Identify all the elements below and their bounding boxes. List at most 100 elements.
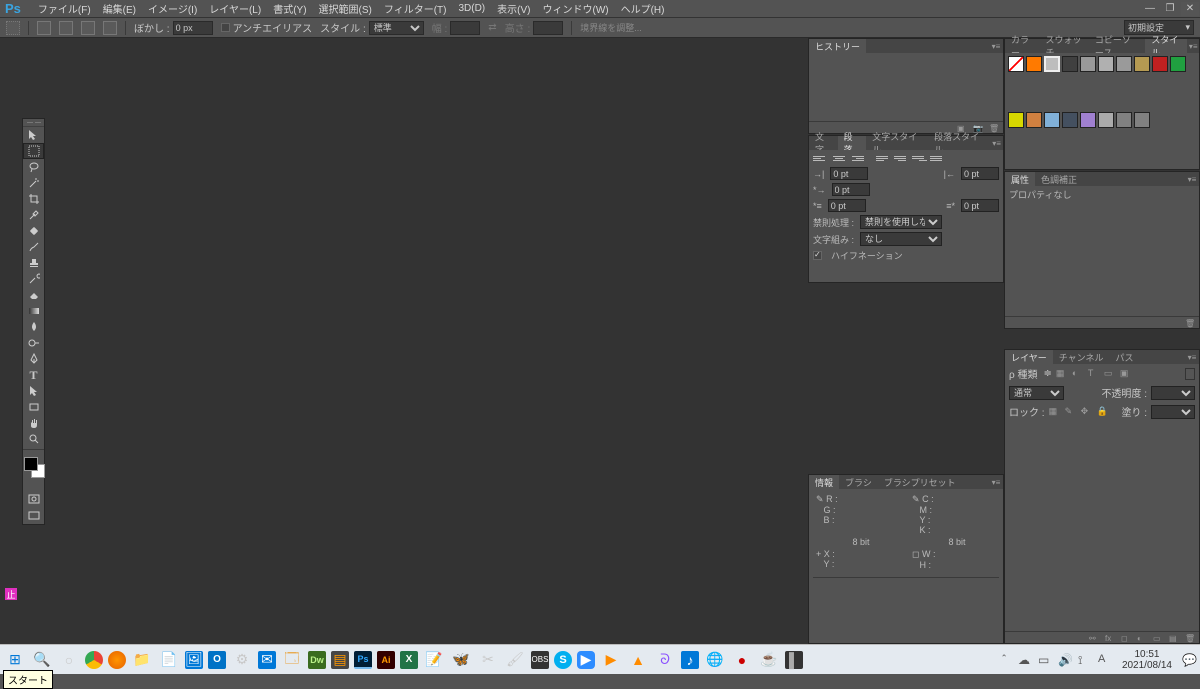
style-select[interactable]: 標準 xyxy=(369,21,424,35)
indent-right-input[interactable] xyxy=(961,167,999,180)
skype-icon[interactable]: S xyxy=(554,651,572,669)
channels-tab[interactable]: チャンネル xyxy=(1053,350,1110,364)
paint-icon[interactable]: 🖌 xyxy=(504,649,526,671)
marquee-tool[interactable] xyxy=(23,143,44,159)
screenmode-button[interactable] xyxy=(23,507,44,524)
style-swatch[interactable] xyxy=(1044,112,1060,128)
menu-layer[interactable]: レイヤー(L) xyxy=(203,0,267,18)
selection-add-icon[interactable] xyxy=(59,21,73,35)
justify-all-icon[interactable] xyxy=(930,152,945,164)
stamp-tool[interactable] xyxy=(23,255,44,271)
type-tool[interactable]: T xyxy=(23,367,44,383)
mojikumi-select[interactable]: なし xyxy=(860,232,942,246)
flame-icon[interactable]: ᘐ xyxy=(654,649,676,671)
record-icon[interactable]: ● xyxy=(731,649,753,671)
search-button[interactable]: 🔍 xyxy=(31,649,53,671)
properties-panel-menu[interactable]: ▾≡ xyxy=(1185,172,1199,186)
properties-tab[interactable]: 属性 xyxy=(1005,172,1035,186)
indent-first-input[interactable] xyxy=(832,183,870,196)
selection-intersect-icon[interactable] xyxy=(103,21,117,35)
explorer-icon[interactable]: 📁 xyxy=(131,649,153,671)
paragraph-panel-menu[interactable]: ▾≡ xyxy=(990,136,1003,150)
history-tab[interactable]: ヒストリー xyxy=(809,39,866,53)
gradient-tool[interactable] xyxy=(23,303,44,319)
taskmgr-icon[interactable]: 🗔 xyxy=(281,649,303,671)
info-tab[interactable]: 情報 xyxy=(809,475,839,489)
info-panel-menu[interactable]: ▾≡ xyxy=(989,475,1003,489)
swatches-tab[interactable]: スウォッチ xyxy=(1039,39,1088,53)
adjustments-tab[interactable]: 色調補正 xyxy=(1035,172,1083,186)
selection-new-icon[interactable] xyxy=(37,21,51,35)
menu-window[interactable]: ウィンドウ(W) xyxy=(536,0,614,18)
blend-mode-select[interactable]: 通常 xyxy=(1009,386,1064,400)
style-swatch[interactable] xyxy=(1044,56,1060,72)
zoom-tool[interactable] xyxy=(23,431,44,447)
tray-notification-icon[interactable]: 💬 xyxy=(1182,653,1196,667)
character-tab[interactable]: 文字 xyxy=(809,136,838,150)
charstyle-tab[interactable]: 文字スタイル xyxy=(866,136,928,150)
hand-tool[interactable] xyxy=(23,415,44,431)
paragraph-tab[interactable]: 段落 xyxy=(838,136,867,150)
styles-tab[interactable]: スタイル xyxy=(1145,39,1187,53)
menu-view[interactable]: 表示(V) xyxy=(491,0,536,18)
style-swatch[interactable] xyxy=(1062,112,1078,128)
style-swatch[interactable] xyxy=(1098,112,1114,128)
hyphenation-checkbox[interactable] xyxy=(813,251,822,260)
photoshop-icon[interactable]: Ps xyxy=(354,651,372,669)
chrome-icon[interactable] xyxy=(85,651,103,669)
filter-type-icon[interactable]: T xyxy=(1088,368,1100,380)
terminal-icon[interactable]: ▌ xyxy=(785,651,803,669)
move-tool[interactable] xyxy=(23,127,44,143)
justify-center-icon[interactable] xyxy=(894,152,909,164)
system-clock[interactable]: 10:512021/08/14 xyxy=(1118,649,1176,671)
tray-ime-icon[interactable]: A xyxy=(1098,653,1112,667)
justify-right-icon[interactable] xyxy=(912,152,927,164)
toolbox-grip[interactable] xyxy=(23,119,44,127)
color-swatches[interactable] xyxy=(23,456,44,490)
menu-help[interactable]: ヘルプ(H) xyxy=(615,0,671,18)
style-swatch[interactable] xyxy=(1116,112,1132,128)
filter-toggle[interactable] xyxy=(1185,368,1195,380)
vlc-icon[interactable]: ▲ xyxy=(627,649,649,671)
filter-adjust-icon[interactable]: ◐ xyxy=(1072,368,1084,380)
color-tab[interactable]: カラー xyxy=(1005,39,1039,53)
quickmask-toggle[interactable] xyxy=(23,490,44,507)
properties-delete-icon[interactable]: 🗑 xyxy=(1185,319,1195,327)
path-select-tool[interactable] xyxy=(23,383,44,399)
filter-shape-icon[interactable]: ▭ xyxy=(1104,368,1116,380)
history-panel-menu[interactable]: ▾≡ xyxy=(989,39,1003,53)
lock-pixels-icon[interactable]: ✎ xyxy=(1065,406,1077,418)
sublime-icon[interactable]: ▤ xyxy=(331,651,349,669)
style-swatch[interactable] xyxy=(1008,56,1024,72)
blur-tool[interactable] xyxy=(23,319,44,335)
tray-cloud-icon[interactable]: ☁ xyxy=(1018,653,1032,667)
layer-link-icon[interactable]: ⚯ xyxy=(1089,634,1099,642)
dreamweaver-icon[interactable]: Dw xyxy=(308,651,326,669)
terapad-icon[interactable]: 📝 xyxy=(423,649,445,671)
pen-tool[interactable] xyxy=(23,351,44,367)
layers-panel-menu[interactable]: ▾≡ xyxy=(1185,350,1199,364)
history-brush-tool[interactable] xyxy=(23,271,44,287)
tray-overflow-icon[interactable]: ＾ xyxy=(998,653,1012,667)
dodge-tool[interactable] xyxy=(23,335,44,351)
history-delete-icon[interactable]: 🗑 xyxy=(989,124,999,132)
cortana-button[interactable]: ○ xyxy=(58,649,80,671)
clonesource-tab[interactable]: コピーソース xyxy=(1089,39,1146,53)
style-swatch[interactable] xyxy=(1008,112,1024,128)
layers-tab[interactable]: レイヤー xyxy=(1005,350,1053,364)
paths-tab[interactable]: パス xyxy=(1109,350,1139,364)
kinsoku-select[interactable]: 禁則を使用しない xyxy=(860,215,942,229)
lock-all-icon[interactable]: 🔒 xyxy=(1097,406,1109,418)
settings-icon[interactable]: ⚙ xyxy=(231,649,253,671)
wand-tool[interactable] xyxy=(23,175,44,191)
menu-3d[interactable]: 3D(D) xyxy=(452,1,491,16)
swap-wh-icon[interactable]: ⇄ xyxy=(488,22,496,33)
indent-left-input[interactable] xyxy=(830,167,868,180)
style-swatch[interactable] xyxy=(1170,56,1186,72)
style-swatch[interactable] xyxy=(1062,56,1078,72)
globe-icon[interactable]: 🌐 xyxy=(704,649,726,671)
antialias-checkbox[interactable]: アンチエイリアス xyxy=(221,20,313,35)
menu-select[interactable]: 選択範囲(S) xyxy=(313,0,378,18)
java-icon[interactable]: ☕ xyxy=(758,649,780,671)
parastyle-tab[interactable]: 段落スタイル xyxy=(928,136,990,150)
